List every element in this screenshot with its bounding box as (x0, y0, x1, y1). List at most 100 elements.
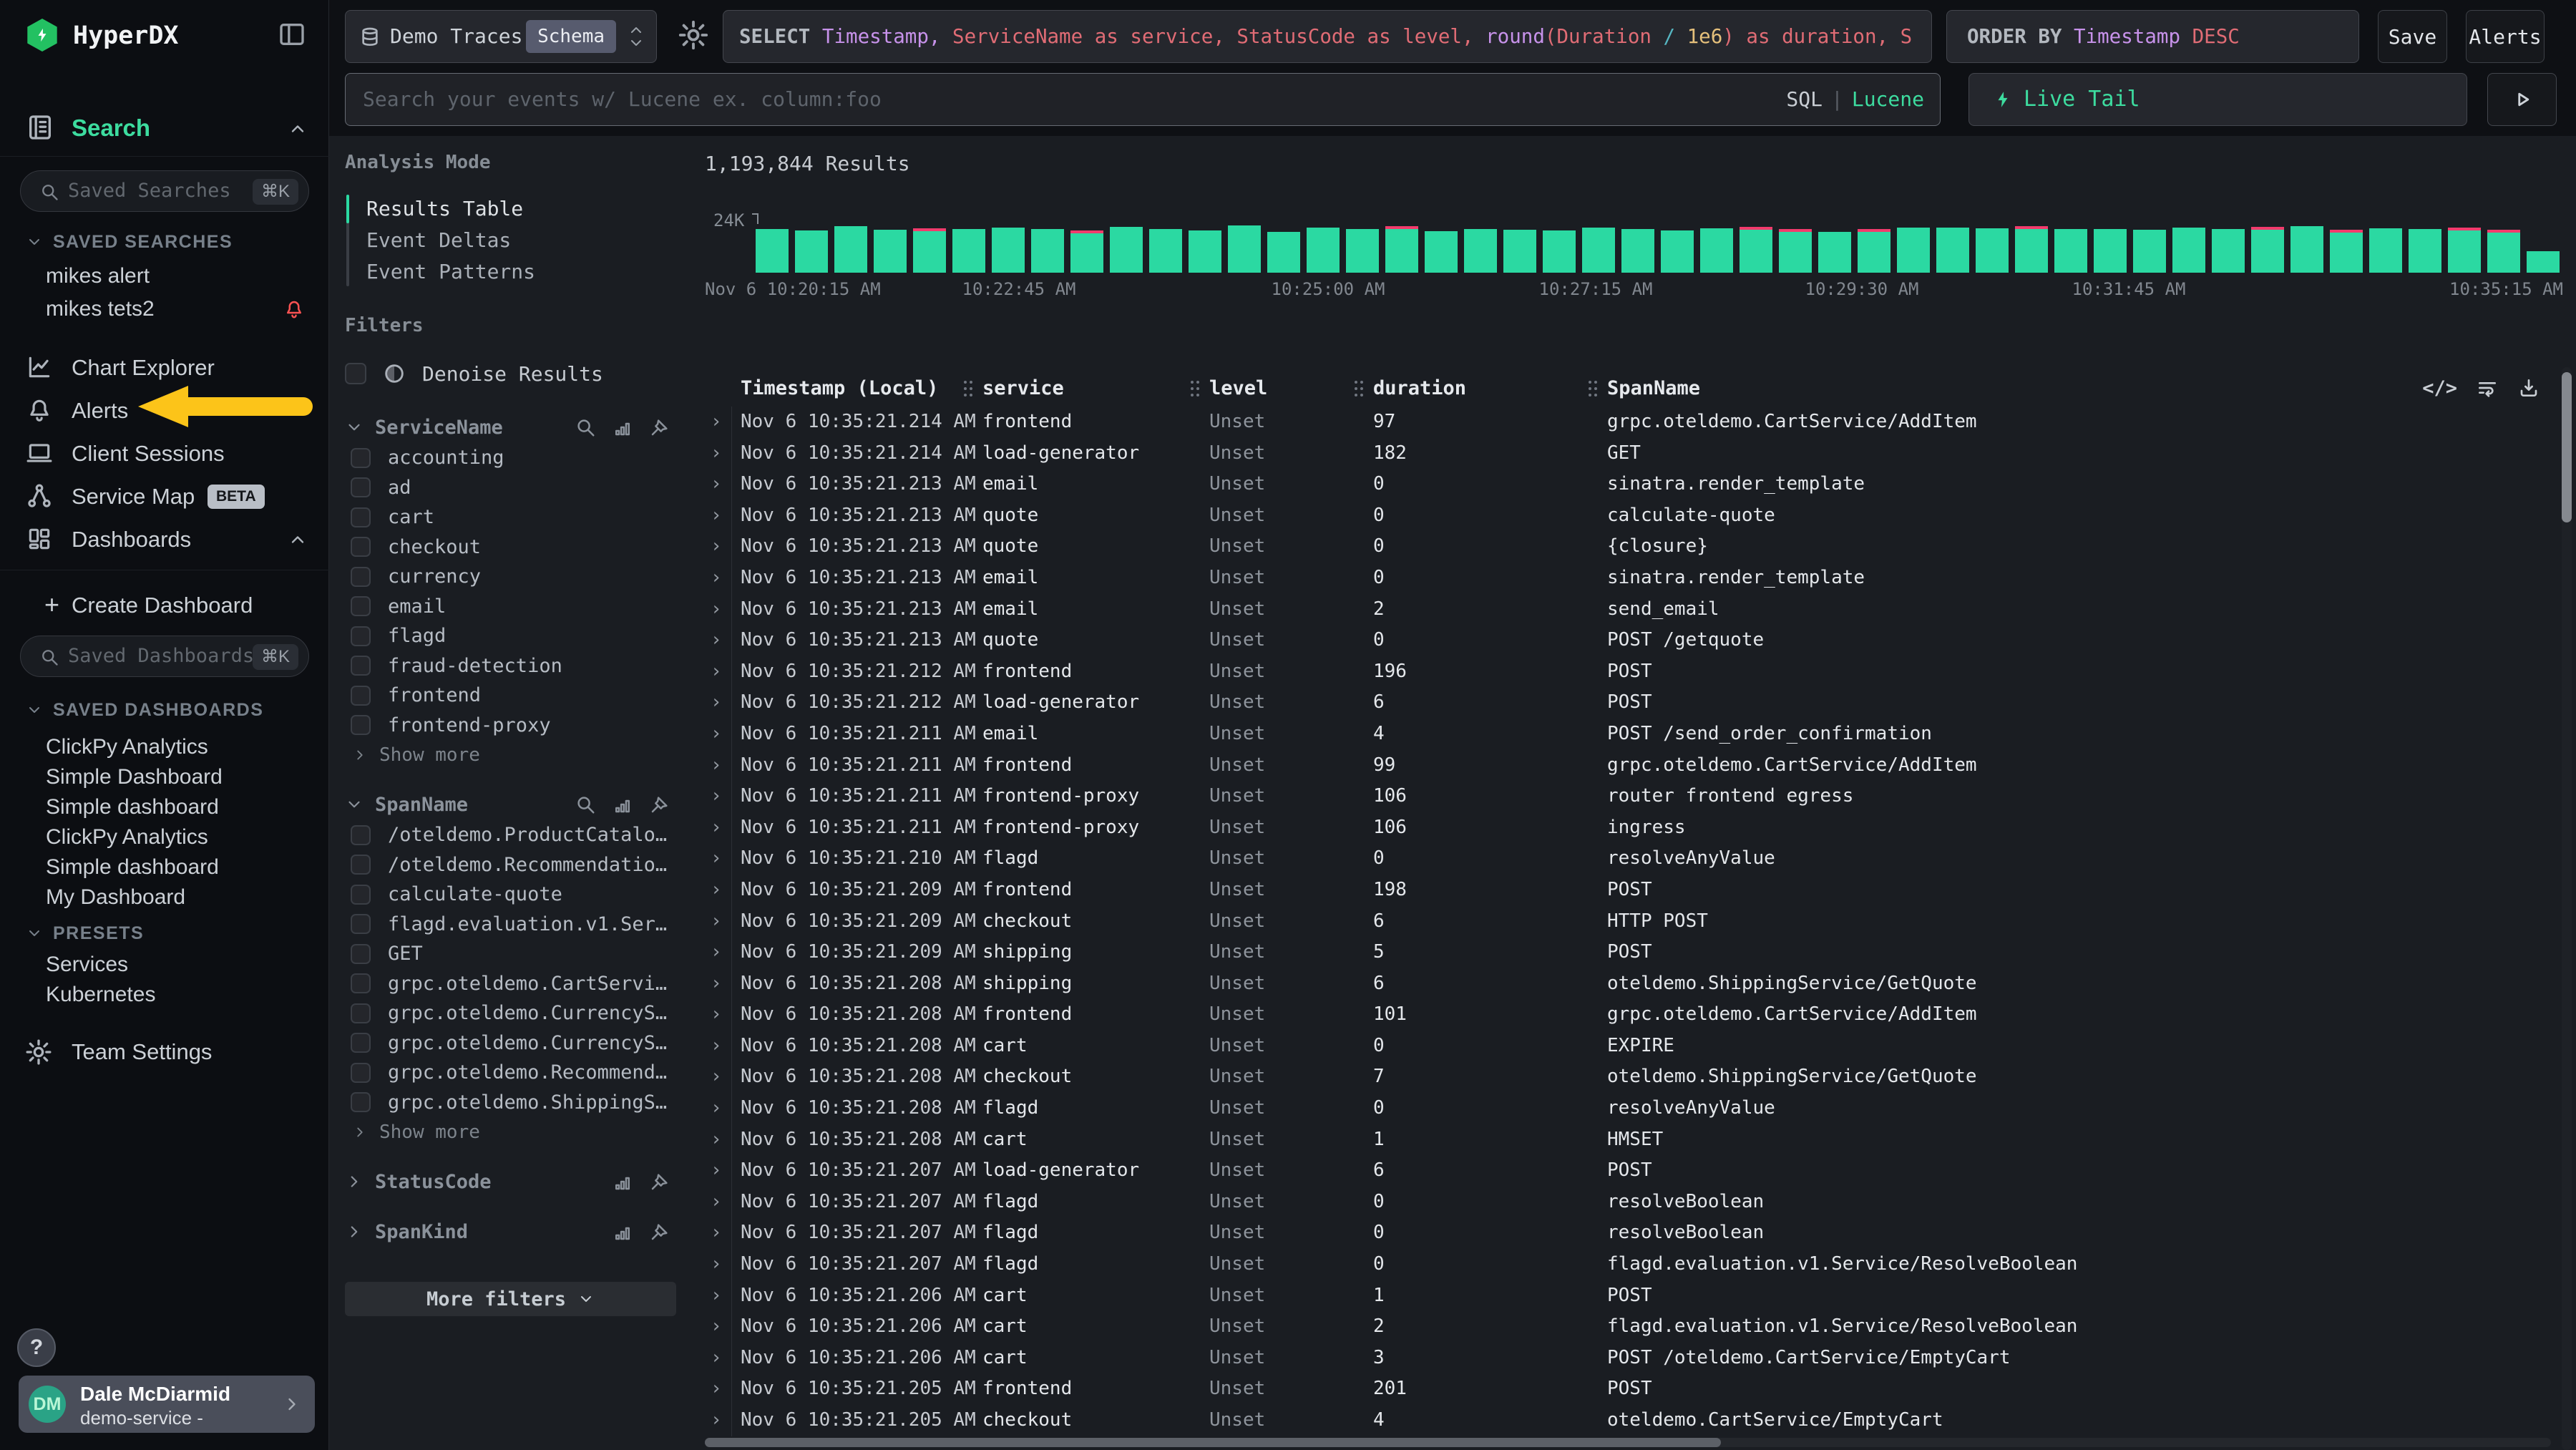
bar-chart-icon[interactable] (612, 417, 633, 438)
histogram-bar[interactable] (1425, 231, 1458, 273)
saved-search-item[interactable]: mikes alert (46, 262, 150, 291)
bar-chart-icon[interactable] (612, 1221, 633, 1242)
show-more-button[interactable]: Show more (345, 1117, 676, 1147)
table-row[interactable]: ›Nov 6 10:35:21.211 AMfrontend-proxyUnse… (705, 812, 2576, 844)
column-header-spanname[interactable]: SpanName (1607, 372, 2576, 405)
filter-option--oteldemo-recommendatio-[interactable]: /oteldemo.Recommendatio… (345, 850, 676, 880)
search-icon[interactable] (575, 417, 596, 438)
histogram-bar[interactable] (2251, 227, 2284, 273)
table-row[interactable]: ›Nov 6 10:35:21.208 AMcartUnset1HMSET (705, 1124, 2576, 1156)
table-row[interactable]: ›Nov 6 10:35:21.209 AMfrontendUnset198PO… (705, 875, 2576, 906)
vertical-scrollbar-track[interactable] (2562, 367, 2572, 1450)
filter-option-currency[interactable]: currency (345, 562, 676, 592)
table-row[interactable]: ›Nov 6 10:35:21.207 AMflagdUnset0resolve… (705, 1217, 2576, 1249)
filter-option-ad[interactable]: ad (345, 473, 676, 503)
histogram-bar[interactable] (1740, 227, 1772, 273)
filter-option-flagd[interactable]: flagd (345, 621, 676, 651)
table-row[interactable]: ›Nov 6 10:35:21.206 AMcartUnset1POST (705, 1280, 2576, 1312)
histogram-bar[interactable] (2212, 229, 2245, 273)
table-row[interactable]: ›Nov 6 10:35:21.213 AMemailUnset0sinatra… (705, 563, 2576, 594)
select-query-input[interactable]: SELECT Timestamp, ServiceName as service… (723, 10, 1932, 63)
histogram-bar[interactable] (756, 229, 789, 273)
filter-option-get[interactable]: GET (345, 939, 676, 969)
checkbox[interactable] (351, 507, 371, 527)
checkbox[interactable] (351, 885, 371, 905)
table-row[interactable]: ›Nov 6 10:35:21.211 AMfrontendUnset99grp… (705, 750, 2576, 782)
histogram-bar[interactable] (1031, 229, 1064, 273)
histogram-bar[interactable] (1858, 229, 1890, 273)
bar-chart-icon[interactable] (612, 1171, 633, 1192)
checkbox[interactable] (351, 596, 371, 616)
histogram-bar[interactable] (1700, 228, 1733, 273)
histogram-bar[interactable] (1267, 232, 1300, 273)
histogram-bar[interactable] (2094, 229, 2127, 273)
checkbox[interactable] (351, 448, 371, 468)
saved-dashboards-group[interactable]: SAVED DASHBOARDS (26, 699, 263, 721)
saved-dashboard-item[interactable]: ClickPy Analytics (46, 823, 208, 852)
data-source-select[interactable]: Demo Traces Schema (345, 10, 657, 63)
histogram-bar[interactable] (2330, 230, 2363, 273)
table-row[interactable]: ›Nov 6 10:35:21.213 AMemailUnset2send_em… (705, 594, 2576, 626)
sidebar-item-chart-explorer[interactable]: Chart Explorer (0, 351, 329, 385)
checkbox[interactable] (345, 363, 366, 384)
pin-icon[interactable] (649, 1221, 670, 1242)
table-row[interactable]: ›Nov 6 10:35:21.208 AMshippingUnset6otel… (705, 968, 2576, 1000)
histogram-bar[interactable] (2527, 251, 2560, 273)
histogram-bar[interactable] (795, 230, 828, 273)
presets-group[interactable]: PRESETS (26, 922, 144, 945)
filter-option-grpc-oteldemo-currencys-[interactable]: grpc.oteldemo.CurrencyS… (345, 998, 676, 1028)
sidebar-item-team-settings[interactable]: Team Settings (0, 1036, 329, 1071)
saved-search-item[interactable]: mikes tets2 (46, 295, 312, 323)
histogram-bar[interactable] (1464, 229, 1497, 273)
checkbox[interactable] (351, 626, 371, 646)
table-row[interactable]: ›Nov 6 10:35:21.213 AMemailUnset0sinatra… (705, 469, 2576, 500)
filter-option-grpc-oteldemo-cartservi-[interactable]: grpc.oteldemo.CartServi… (345, 969, 676, 999)
table-row[interactable]: ›Nov 6 10:35:21.205 AMcheckoutUnset4otel… (705, 1405, 2576, 1436)
saved-searches-group[interactable]: SAVED SEARCHES (26, 230, 233, 253)
drag-handle-icon[interactable] (964, 381, 967, 384)
mode-event-patterns[interactable]: Event Patterns (366, 256, 535, 288)
saved-dashboard-item[interactable]: Simple Dashboard (46, 763, 223, 792)
histogram-bar[interactable] (1897, 228, 1930, 273)
table-row[interactable]: ›Nov 6 10:35:21.213 AMquoteUnset0{closur… (705, 531, 2576, 563)
histogram-bar[interactable] (2409, 229, 2441, 273)
checkbox[interactable] (351, 656, 371, 676)
saved-dashboard-item[interactable]: My Dashboard (46, 883, 185, 912)
histogram-bar[interactable] (2172, 228, 2205, 273)
table-row[interactable]: ›Nov 6 10:35:21.205 AMfrontendUnset201PO… (705, 1373, 2576, 1405)
filter-option-grpc-oteldemo-recommend-[interactable]: grpc.oteldemo.Recommend… (345, 1058, 676, 1088)
column-header-level[interactable]: level (1209, 372, 1373, 405)
mode-results-table[interactable]: Results Table (366, 193, 523, 225)
table-row[interactable]: ›Nov 6 10:35:21.206 AMcartUnset3POST /ot… (705, 1343, 2576, 1374)
histogram-bar[interactable] (1307, 228, 1340, 273)
table-row[interactable]: ›Nov 6 10:35:21.207 AMload-generatorUnse… (705, 1155, 2576, 1187)
column-header-duration[interactable]: duration (1373, 372, 1607, 405)
histogram-bar[interactable] (1346, 229, 1379, 273)
table-row[interactable]: ›Nov 6 10:35:21.213 AMquoteUnset0calcula… (705, 500, 2576, 532)
filter-option-frontend[interactable]: frontend (345, 681, 676, 711)
table-row[interactable]: ›Nov 6 10:35:21.213 AMquoteUnset0POST /g… (705, 625, 2576, 656)
table-row[interactable]: ›Nov 6 10:35:21.210 AMflagdUnset0resolve… (705, 843, 2576, 875)
saved-searches-input[interactable]: Saved Searches ⌘K (20, 170, 309, 212)
column-header-service[interactable]: service (982, 372, 1209, 405)
alerts-button[interactable]: Alerts (2466, 10, 2545, 63)
saved-dashboard-item[interactable]: Simple dashboard (46, 793, 219, 822)
horizontal-scrollbar-thumb[interactable] (705, 1438, 1721, 1447)
table-row[interactable]: ›Nov 6 10:35:21.214 AMload-generatorUnse… (705, 438, 2576, 469)
checkbox[interactable] (351, 477, 371, 497)
histogram-bar[interactable] (1385, 226, 1418, 273)
filter-option-frontend-proxy[interactable]: frontend-proxy (345, 711, 676, 741)
histogram-bar[interactable] (913, 228, 946, 273)
table-row[interactable]: ›Nov 6 10:35:21.208 AMflagdUnset0resolve… (705, 1093, 2576, 1124)
source-settings-gear-icon[interactable] (677, 19, 710, 52)
histogram-bar[interactable] (1070, 230, 1103, 273)
histogram-bar[interactable] (2015, 226, 2048, 273)
histogram-bar[interactable] (2448, 228, 2481, 273)
preset-item[interactable]: Kubernetes (46, 981, 155, 1009)
histogram-bar[interactable] (2133, 230, 2166, 273)
checkbox[interactable] (351, 686, 371, 706)
histogram-bar[interactable] (834, 226, 867, 273)
table-row[interactable]: ›Nov 6 10:35:21.209 AMcheckoutUnset6HTTP… (705, 906, 2576, 938)
histogram-bar[interactable] (1228, 225, 1261, 273)
saved-dashboard-item[interactable]: ClickPy Analytics (46, 733, 208, 762)
